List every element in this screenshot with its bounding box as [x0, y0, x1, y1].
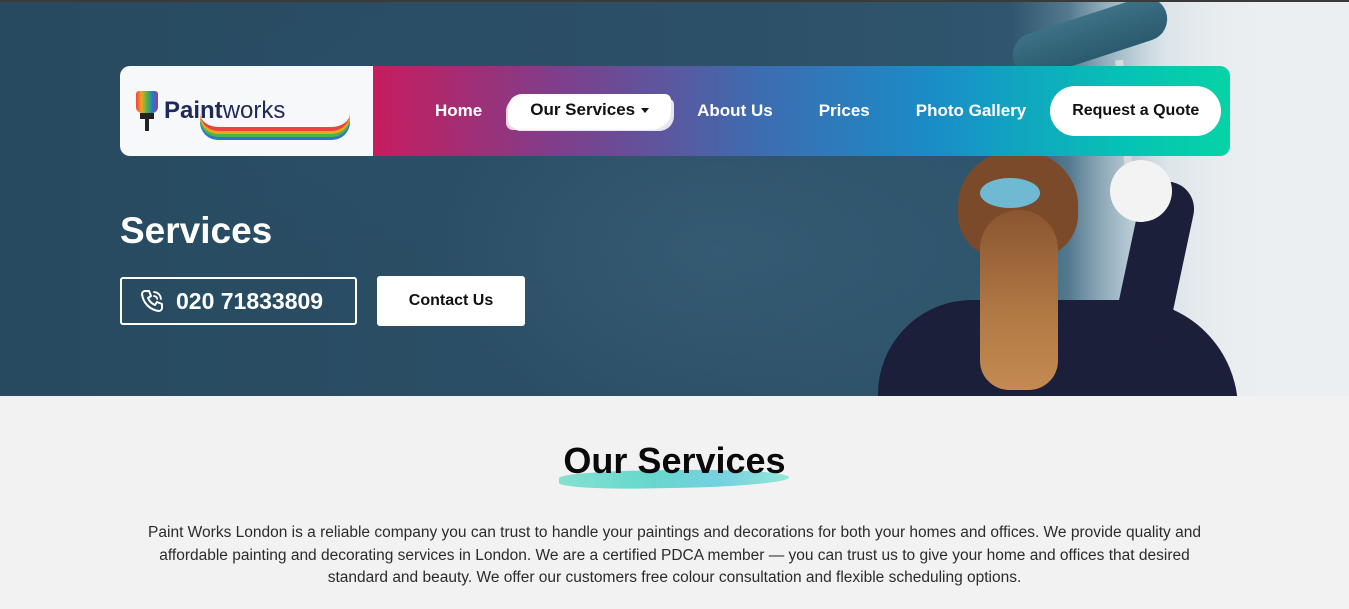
caret-down-icon: [641, 108, 650, 114]
phone-icon: [138, 287, 166, 315]
painter-hair-bow: [980, 178, 1040, 208]
contact-us-button[interactable]: Contact Us: [377, 276, 525, 326]
nav-menu: Home Our Services About Us Prices Photo …: [373, 66, 1230, 156]
top-border: [0, 0, 1349, 2]
nav-item-our-services[interactable]: Our Services: [508, 94, 672, 128]
services-heading-text: Our Services: [563, 440, 786, 481]
nav-item-photo-gallery[interactable]: Photo Gallery: [916, 101, 1027, 121]
services-heading-wrap: Our Services: [0, 440, 1349, 491]
phone-call-button[interactable]: 020 71833809: [120, 277, 357, 325]
rainbow-swoosh: [200, 113, 350, 131]
paintbrush-logo-icon: [134, 91, 160, 131]
logo-wordmark: Paintworks: [164, 97, 350, 131]
painter-ponytail: [980, 210, 1058, 390]
page-title: Services: [120, 210, 273, 251]
nav-item-home[interactable]: Home: [435, 101, 482, 121]
nav-item-prices[interactable]: Prices: [819, 101, 870, 121]
painter-glove: [1110, 160, 1172, 222]
painter-body: [878, 300, 1238, 396]
logo[interactable]: Paintworks: [120, 66, 373, 156]
brush-handle: [145, 119, 149, 131]
hero-banner: Paintworks Home Our Services About Us Pr…: [0, 0, 1349, 396]
services-description: Paint Works London is a reliable company…: [148, 524, 1201, 586]
main-navbar: Paintworks Home Our Services About Us Pr…: [120, 66, 1230, 156]
brush-head: [136, 91, 158, 113]
painter-photo: [870, 150, 1250, 396]
paint-roller-image: [1000, 0, 1180, 171]
phone-number: 020 71833809: [176, 287, 324, 314]
request-quote-button[interactable]: Request a Quote: [1050, 86, 1222, 136]
nav-item-about-us[interactable]: About Us: [697, 101, 773, 121]
services-heading: Our Services: [559, 440, 790, 491]
nav-item-our-services-label: Our Services: [530, 100, 636, 119]
